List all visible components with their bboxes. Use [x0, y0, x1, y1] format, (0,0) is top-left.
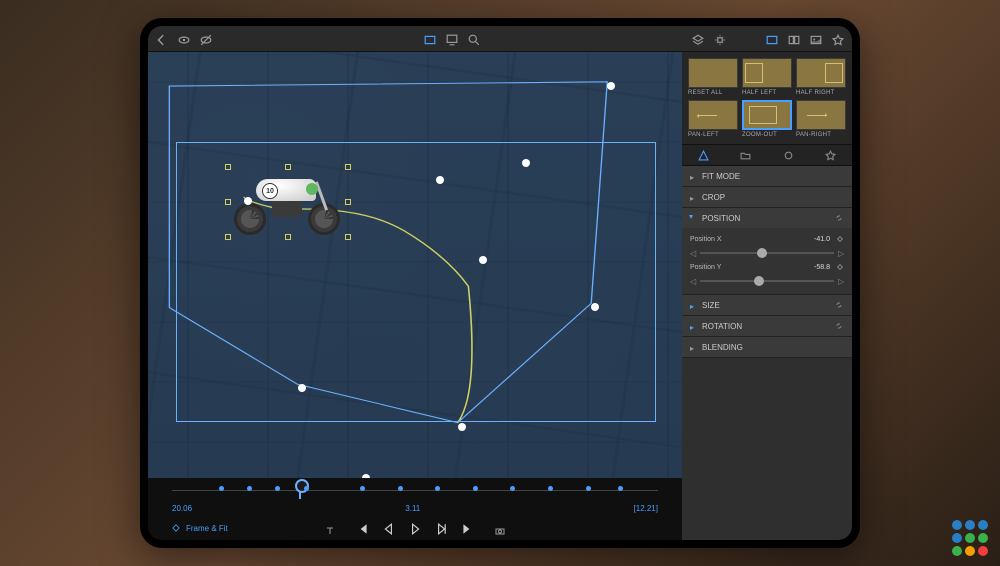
time-current: 3.11 [405, 504, 420, 513]
link-icon[interactable] [834, 321, 844, 331]
pos-y-label: Position Y [690, 264, 721, 271]
app-screen: 10 20.06 3.11 [148, 26, 852, 540]
pos-x-slider[interactable]: ◁▷ [690, 246, 844, 260]
section-fit-mode[interactable]: ▸FIT MODE [682, 166, 852, 186]
viewer-canvas[interactable]: 10 [148, 52, 682, 478]
favorite-star-icon[interactable] [832, 33, 844, 45]
section-rotation[interactable]: ▸ROTATION [682, 316, 852, 336]
preset-zoom-out[interactable] [742, 100, 792, 130]
time-readout: 20.06 3.11 [12.21] [148, 500, 682, 516]
tab-folder-icon[interactable] [740, 150, 751, 161]
selection-handle[interactable] [285, 234, 291, 240]
frame-fit-caption[interactable]: Frame & Fit [186, 524, 228, 533]
inspector-tabs [682, 144, 852, 166]
pos-x-value[interactable]: -41.0 [814, 236, 830, 243]
timeline-keyframe[interactable] [586, 486, 591, 491]
screen-tool-icon[interactable] [446, 33, 458, 45]
link-icon[interactable] [834, 213, 844, 223]
link-icon[interactable] [834, 300, 844, 310]
layers-icon[interactable] [692, 33, 704, 45]
timeline[interactable] [148, 478, 682, 500]
pos-y-value[interactable]: -58.8 [814, 264, 830, 271]
section-size[interactable]: ▸SIZE [682, 295, 852, 315]
app-logo-icon [952, 520, 988, 556]
jump-end-icon[interactable] [461, 522, 473, 534]
text-tool-icon[interactable] [325, 523, 335, 533]
back-icon[interactable] [156, 33, 168, 45]
main-area: 10 20.06 3.11 [148, 52, 852, 540]
preset-pan-left[interactable] [688, 100, 738, 130]
tab-star-icon[interactable] [825, 150, 836, 161]
timeline-keyframe[interactable] [219, 486, 224, 491]
wheel-rear-icon [234, 203, 266, 235]
timeline-keyframe[interactable] [304, 486, 309, 491]
keyframe-icon[interactable] [836, 235, 844, 243]
keyframe-point[interactable] [522, 159, 530, 167]
position-body: Position X -41.0 ◁▷ Position Y -58.8 ◁▷ [682, 228, 852, 294]
panel-frame-icon[interactable] [766, 33, 778, 45]
green-dot-icon [306, 183, 318, 195]
playhead[interactable] [299, 481, 301, 499]
timeline-keyframe[interactable] [473, 486, 478, 491]
panel-grid-icon[interactable] [788, 33, 800, 45]
preset-half-left[interactable] [742, 58, 792, 88]
eye-off-icon[interactable] [200, 33, 212, 45]
frame-tool-icon[interactable] [424, 33, 436, 45]
selection-handle[interactable] [225, 234, 231, 240]
keyframe-icon[interactable] [836, 263, 844, 271]
time-end: [12.21] [634, 504, 658, 513]
eye-on-icon[interactable] [178, 33, 190, 45]
panel-library-icon[interactable] [810, 33, 822, 45]
selection-handle[interactable] [345, 199, 351, 205]
tablet-frame: 10 20.06 3.11 [140, 18, 860, 548]
keyframe-point[interactable] [298, 384, 306, 392]
top-toolbar [148, 26, 852, 52]
keyframe-point[interactable] [244, 197, 252, 205]
section-crop[interactable]: ▸CROP [682, 187, 852, 207]
preset-half-right[interactable] [796, 58, 846, 88]
section-blending[interactable]: ▸BLENDING [682, 337, 852, 357]
time-start: 20.06 [172, 504, 192, 513]
selection-handle[interactable] [225, 164, 231, 170]
jump-start-icon[interactable] [357, 522, 369, 534]
selection-handle[interactable] [225, 199, 231, 205]
section-position[interactable]: ▸POSITION [682, 208, 852, 228]
engine-icon [272, 201, 302, 217]
gear-icon[interactable] [714, 33, 726, 45]
selection-handle[interactable] [345, 234, 351, 240]
play-icon[interactable] [409, 522, 421, 534]
keyframe-point[interactable] [458, 423, 466, 431]
pos-y-slider[interactable]: ◁▷ [690, 274, 844, 288]
canvas-area: 10 20.06 3.11 [148, 52, 682, 540]
pos-x-label: Position X [690, 236, 722, 243]
inspector-panel: RESET ALL HALF LEFT HALF RIGHT PAN-LEFT … [682, 52, 852, 540]
keyframe-point[interactable] [436, 176, 444, 184]
camera-tool-icon[interactable] [495, 523, 505, 533]
tab-warning-icon[interactable] [698, 150, 709, 161]
timeline-keyframe[interactable] [548, 486, 553, 491]
preset-grid: RESET ALL HALF LEFT HALF RIGHT PAN-LEFT … [682, 52, 852, 144]
timeline-keyframe[interactable] [360, 486, 365, 491]
transport-bar: Frame & Fit [148, 516, 682, 540]
zoom-tool-icon[interactable] [468, 33, 480, 45]
step-forward-icon[interactable] [435, 522, 447, 534]
timeline-keyframe[interactable] [398, 486, 403, 491]
keyframe-point[interactable] [607, 82, 615, 90]
selection-handle[interactable] [285, 164, 291, 170]
preset-reset-all[interactable] [688, 58, 738, 88]
tab-record-icon[interactable] [783, 150, 794, 161]
selection-handle[interactable] [345, 164, 351, 170]
race-number: 10 [262, 183, 278, 199]
keyframe-diamond-icon[interactable] [172, 524, 180, 532]
preset-pan-right[interactable] [796, 100, 846, 130]
step-back-icon[interactable] [383, 522, 395, 534]
